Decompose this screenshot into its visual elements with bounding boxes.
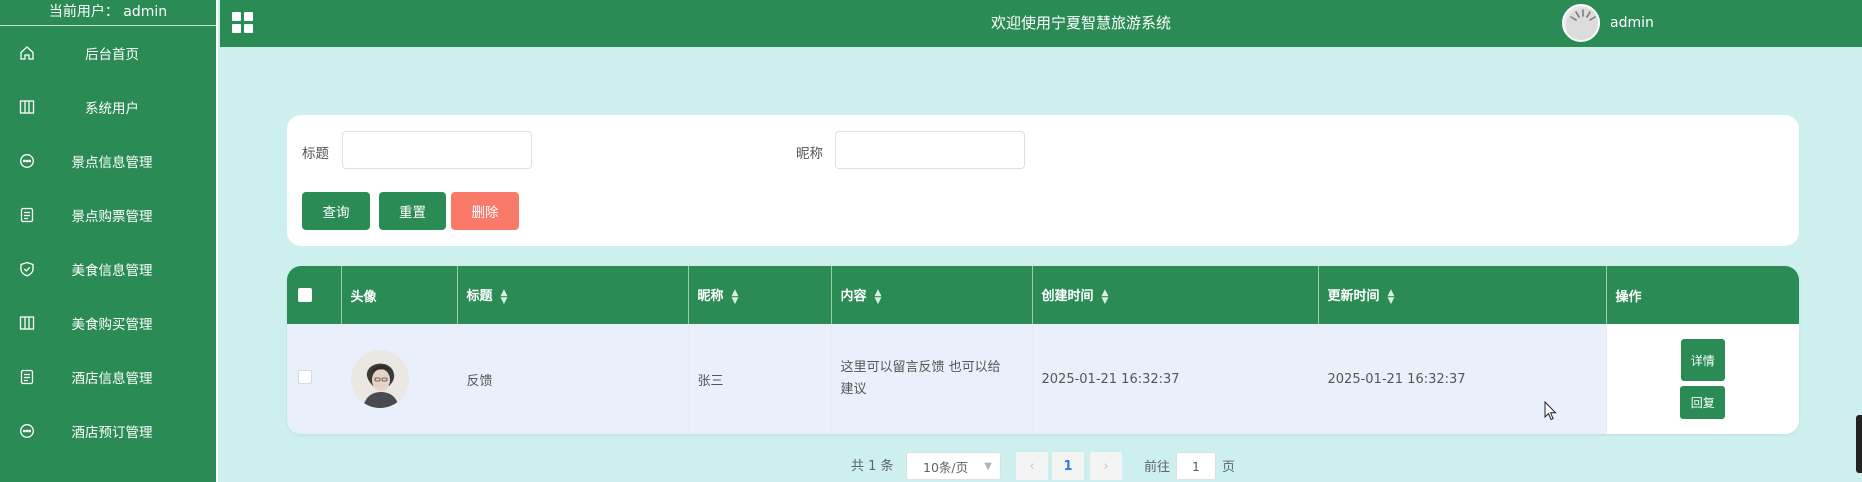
column-header-updated[interactable]: 更新时间 ▲ ▼ (1318, 266, 1607, 324)
sidebar-item-scenic-info[interactable]: 景点信息管理 (0, 134, 216, 188)
page-size-select[interactable]: 10条/页 ▼ (906, 452, 1001, 480)
row-updated-time: 2025-01-21 16:32:37 (1318, 324, 1607, 434)
delete-button[interactable]: 删除 (451, 192, 519, 230)
sidebar-item-hotel-booking[interactable]: 酒店预订管理 (0, 404, 216, 458)
column-header-content[interactable]: 内容 ▲ ▼ (831, 266, 1033, 324)
page-size-value: 10条/页 (923, 459, 969, 475)
chevron-right-icon: › (1103, 458, 1109, 474)
top-header: 欢迎使用宁夏智慧旅游系统 admin (220, 0, 1862, 47)
select-all-checkbox[interactable] (298, 288, 312, 302)
chevron-left-icon: ‹ (1029, 458, 1035, 474)
page-number-button[interactable]: 1 (1052, 452, 1084, 480)
sidebar: 当前用户： admin 后台首页 系统用户 景点信息管理 景点购票管理 美食信息… (0, 0, 218, 482)
next-page-button[interactable]: › (1090, 452, 1122, 480)
row-actions: 详情 回复 (1606, 324, 1799, 434)
columns-icon (18, 98, 36, 116)
title-input[interactable] (342, 131, 532, 169)
pagination-total: 共 1 条 (851, 459, 894, 474)
column-header-title[interactable]: 标题 ▲ ▼ (457, 266, 689, 324)
reply-button[interactable]: 回复 (1680, 386, 1726, 419)
feedback-table: 头像 标题 ▲ ▼ 昵称 ▲ ▼ 内容 ▲ ▼ 创建时间 ▲ ▼ 更新时间 ▲ ▼ 操作 (287, 266, 1799, 434)
sidebar-item-scenic-tickets[interactable]: 景点购票管理 (0, 188, 216, 242)
sort-icon[interactable]: ▲ ▼ (875, 288, 882, 305)
sort-icon[interactable]: ▲ ▼ (1388, 288, 1395, 305)
reset-button[interactable]: 重置 (379, 192, 446, 230)
search-panel: 标题 昵称 查询 重置 删除 (287, 115, 1799, 246)
table-header-row: 头像 标题 ▲ ▼ 昵称 ▲ ▼ 内容 ▲ ▼ 创建时间 ▲ ▼ 更新时间 ▲ ▼ 操作 (287, 266, 1799, 324)
column-header-created[interactable]: 创建时间 ▲ ▼ (1032, 266, 1319, 324)
column-header-nickname[interactable]: 昵称 ▲ ▼ (688, 266, 832, 324)
goto-page-input[interactable] (1176, 452, 1216, 480)
detail-button[interactable]: 详情 (1680, 339, 1725, 381)
row-nickname: 张三 (688, 324, 832, 434)
sort-icon[interactable]: ▲ ▼ (732, 288, 739, 305)
shield-icon (18, 260, 36, 278)
sidebar-item-food-info[interactable]: 美食信息管理 (0, 242, 216, 296)
avatar (1562, 4, 1600, 42)
document-icon (18, 368, 36, 386)
chat-icon (18, 422, 36, 440)
chevron-down-icon: ▼ (984, 460, 992, 472)
scrollbar-thumb[interactable] (1856, 415, 1862, 473)
sidebar-item-system-users[interactable]: 系统用户 (0, 80, 216, 134)
row-title: 反馈 (457, 324, 689, 434)
query-button[interactable]: 查询 (302, 192, 370, 230)
mouse-cursor-icon (1544, 401, 1557, 421)
home-icon (18, 44, 36, 62)
column-header-avatar: 头像 (341, 266, 458, 324)
sort-icon[interactable]: ▲ ▼ (501, 288, 508, 305)
row-created-time: 2025-01-21 16:32:37 (1032, 324, 1319, 434)
nickname-input[interactable] (835, 131, 1025, 169)
avatar (350, 350, 409, 408)
sidebar-item-food-purchase[interactable]: 美食购买管理 (0, 296, 216, 350)
goto-label: 前往 (1144, 460, 1171, 475)
sort-icon[interactable]: ▲ ▼ (1102, 288, 1109, 305)
title-field-label: 标题 (302, 146, 329, 162)
chat-icon (18, 152, 36, 170)
current-user-label: 当前用户： admin (0, 0, 216, 26)
prev-page-button[interactable]: ‹ (1016, 452, 1048, 480)
column-header-actions: 操作 (1615, 289, 1642, 305)
document-icon (18, 206, 36, 224)
user-menu[interactable]: admin (1562, 2, 1654, 44)
row-content: 这里可以留言反馈 也可以给建议 (831, 324, 1033, 434)
sidebar-item-home[interactable]: 后台首页 (0, 26, 216, 80)
sidebar-item-hotel-info[interactable]: 酒店信息管理 (0, 350, 216, 404)
nickname-field-label: 昵称 (796, 146, 823, 162)
columns-icon (18, 314, 36, 332)
table-row: 反馈 张三 这里可以留言反馈 也可以给建议 2025-01-21 16:32:3… (287, 324, 1799, 434)
row-checkbox[interactable] (298, 370, 312, 384)
header-user-name: admin (1610, 15, 1654, 31)
page-unit-label: 页 (1222, 460, 1236, 475)
